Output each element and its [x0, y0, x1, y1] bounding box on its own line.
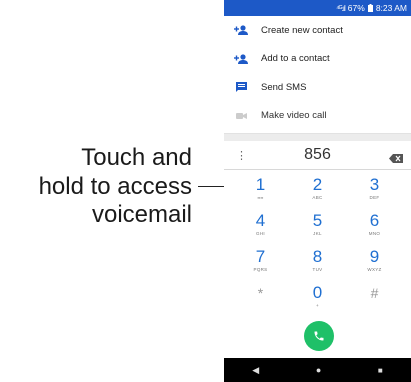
- callout-line-2: hold to access: [38, 172, 192, 200]
- key-3[interactable]: 3 DEF: [346, 176, 403, 212]
- phone-icon: [314, 331, 324, 341]
- back-icon[interactable]: ◀: [252, 365, 259, 376]
- key-letters: PQRS: [253, 267, 268, 272]
- key-digit: *: [257, 285, 264, 301]
- more-options-icon[interactable]: ⋮: [236, 149, 247, 162]
- phone-screen: ⁴ᴳ.ıl 67% 8:23 AM Create new contact Add…: [224, 0, 411, 382]
- navigation-bar: ◀ ● ■: [224, 358, 411, 382]
- key-8[interactable]: 8 TUV: [289, 248, 346, 284]
- call-button[interactable]: [304, 321, 334, 351]
- dialed-number-row: ⋮ 856: [224, 141, 411, 170]
- key-digit: 8: [312, 247, 323, 266]
- key-digit: 7: [255, 247, 266, 266]
- key-letters: ABC: [312, 195, 323, 200]
- key-letters: JKL: [313, 231, 322, 236]
- callout-line-3: voicemail: [91, 201, 192, 228]
- key-digit: 9: [369, 247, 380, 266]
- status-time: 8:23 AM: [375, 3, 407, 13]
- key-letters: WXYZ: [367, 267, 382, 272]
- key-digit: 0: [312, 283, 323, 302]
- key-letters: GHI: [256, 231, 265, 236]
- video-icon: [234, 109, 248, 123]
- key-digit: 6: [369, 211, 380, 230]
- key-2[interactable]: 2 ABC: [289, 176, 346, 212]
- send-sms-label: Send SMS: [261, 81, 307, 93]
- key-digit: 1: [255, 175, 266, 194]
- key-0[interactable]: 0 +: [289, 284, 346, 320]
- key-letters: MNO: [368, 231, 381, 236]
- add-person-icon: [234, 52, 248, 66]
- home-icon[interactable]: ●: [316, 365, 321, 375]
- key-digit: 4: [255, 211, 266, 230]
- make-video-call-label: Make video call: [261, 110, 327, 122]
- key-7[interactable]: 7 PQRS: [232, 248, 289, 284]
- key-letters: +: [316, 303, 319, 308]
- key-letters: DEF: [369, 195, 380, 200]
- voicemail-icon: ᴑᴑ: [257, 195, 264, 200]
- callout-line-1: Touch and: [81, 144, 192, 171]
- create-new-contact-item[interactable]: Create new contact: [224, 16, 411, 45]
- dial-pad: 1 ᴑᴑ 2 ABC 3 DEF 4 GHI 5 JKL 6 MNO 7 PQRS 8 TUV …: [224, 170, 411, 320]
- key-letters: TUV: [312, 267, 323, 272]
- key-star[interactable]: *: [232, 284, 289, 320]
- key-9[interactable]: 9 WXYZ: [346, 248, 403, 284]
- key-digit: 2: [312, 175, 323, 194]
- key-digit: 5: [312, 211, 323, 230]
- key-4[interactable]: 4 GHI: [232, 212, 289, 248]
- key-hash[interactable]: #: [346, 284, 403, 320]
- dialed-number[interactable]: 856: [224, 146, 411, 164]
- key-1[interactable]: 1 ᴑᴑ: [232, 176, 289, 212]
- backspace-icon[interactable]: [389, 150, 403, 168]
- recents-icon[interactable]: ■: [378, 366, 383, 375]
- add-to-contact-label: Add to a contact: [261, 53, 330, 65]
- status-bar: ⁴ᴳ.ıl 67% 8:23 AM: [224, 0, 411, 16]
- make-video-call-item[interactable]: Make video call: [224, 102, 411, 131]
- signal-icon: ⁴ᴳ.ıl: [336, 3, 346, 13]
- battery-icon: [367, 4, 373, 12]
- divider: [224, 133, 411, 141]
- key-6[interactable]: 6 MNO: [346, 212, 403, 248]
- send-sms-item[interactable]: Send SMS: [224, 73, 411, 102]
- add-person-icon: [234, 23, 248, 37]
- add-to-contact-item[interactable]: Add to a contact: [224, 45, 411, 74]
- key-5[interactable]: 5 JKL: [289, 212, 346, 248]
- create-new-contact-label: Create new contact: [261, 24, 343, 36]
- battery-percent: 67%: [347, 3, 365, 13]
- voicemail-callout: Touch and hold to access voicemail: [0, 144, 192, 230]
- key-digit: 3: [369, 175, 380, 194]
- message-icon: [234, 80, 248, 94]
- key-digit: #: [370, 285, 379, 301]
